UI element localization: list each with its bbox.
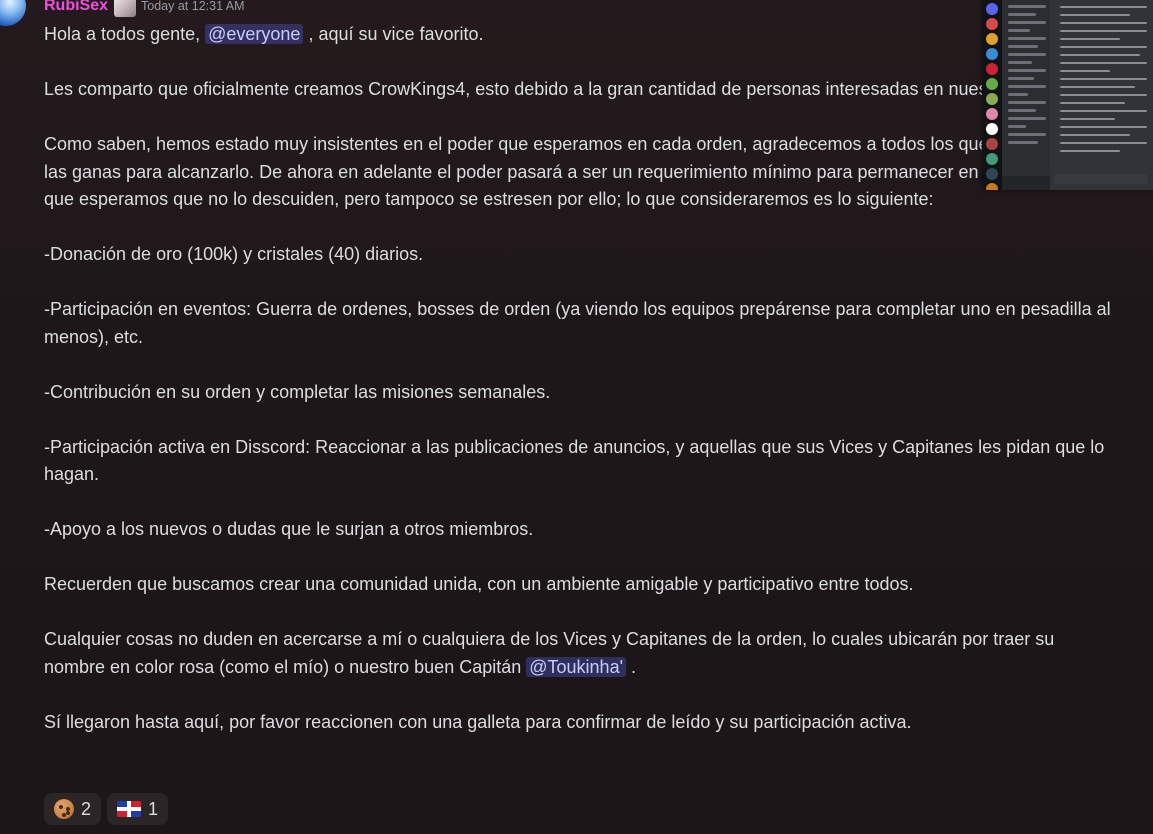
reaction-cookie[interactable]: 2 — [44, 793, 102, 825]
thumbnail-server-list — [982, 0, 1002, 190]
author-avatar[interactable] — [0, 0, 26, 26]
thumbnail-chat-area — [1050, 0, 1153, 190]
message-paragraph: -Participación en eventos: Guerra de ord… — [44, 299, 1111, 347]
dominican-flag-emoji-icon — [117, 801, 142, 817]
role-badge-icon[interactable] — [114, 0, 137, 17]
cookie-emoji-icon — [54, 799, 74, 819]
message-paragraph: -Apoyo a los nuevos o dudas que le surja… — [44, 519, 534, 539]
message-paragraph: Sí llegaron hasta aquí, por favor reacci… — [44, 711, 912, 732]
message-paragraph: Cualquier cosas no duden en acercarse a … — [44, 626, 1114, 681]
reaction-count: 2 — [81, 798, 92, 819]
message-paragraph: Como saben, hemos estado muy insistentes… — [44, 134, 1112, 209]
thumbnail-user-panel — [1002, 176, 1050, 190]
thumbnail-message-input — [1054, 174, 1148, 184]
message-header: RubiSex Today at 12:31 AM — [44, 0, 245, 17]
everyone-mention[interactable]: @everyone — [205, 24, 304, 44]
message-paragraph: -Contribución en su orden y completar la… — [44, 381, 551, 402]
author-username[interactable]: RubiSex — [44, 0, 108, 15]
paragraph-text: Hola a todos gente, — [44, 24, 206, 44]
reaction-flag[interactable]: 1 — [107, 793, 169, 825]
paragraph-text: . — [626, 656, 637, 677]
message-content: Hola a todos gente, @everyone , aquí su … — [44, 21, 1114, 736]
message-paragraph: Hola a todos gente, @everyone , aquí su … — [44, 21, 1114, 49]
chat-message-view: RubiSex Today at 12:31 AM Hola a todos g… — [0, 0, 1153, 834]
message-timestamp[interactable]: Today at 12:31 AM — [141, 0, 245, 13]
message-paragraph: -Donación de oro (100k) y cristales (40)… — [44, 244, 424, 264]
message-paragraph: Les comparto que oficialmente creamos Cr… — [44, 79, 1107, 99]
thumbnail-channel-list — [1002, 0, 1050, 190]
reaction-count: 1 — [148, 798, 159, 819]
message-paragraph: -Participación activa en Disscord: Reacc… — [44, 436, 1105, 485]
message-paragraph: Recuerden que buscamos crear una comunid… — [44, 574, 914, 594]
reactions-bar: 2 1 — [44, 793, 169, 825]
paragraph-text: , aquí su vice favorito. — [303, 24, 484, 44]
user-mention[interactable]: @Toukinha' — [526, 656, 627, 677]
embedded-screenshot-thumbnail[interactable] — [982, 0, 1153, 190]
